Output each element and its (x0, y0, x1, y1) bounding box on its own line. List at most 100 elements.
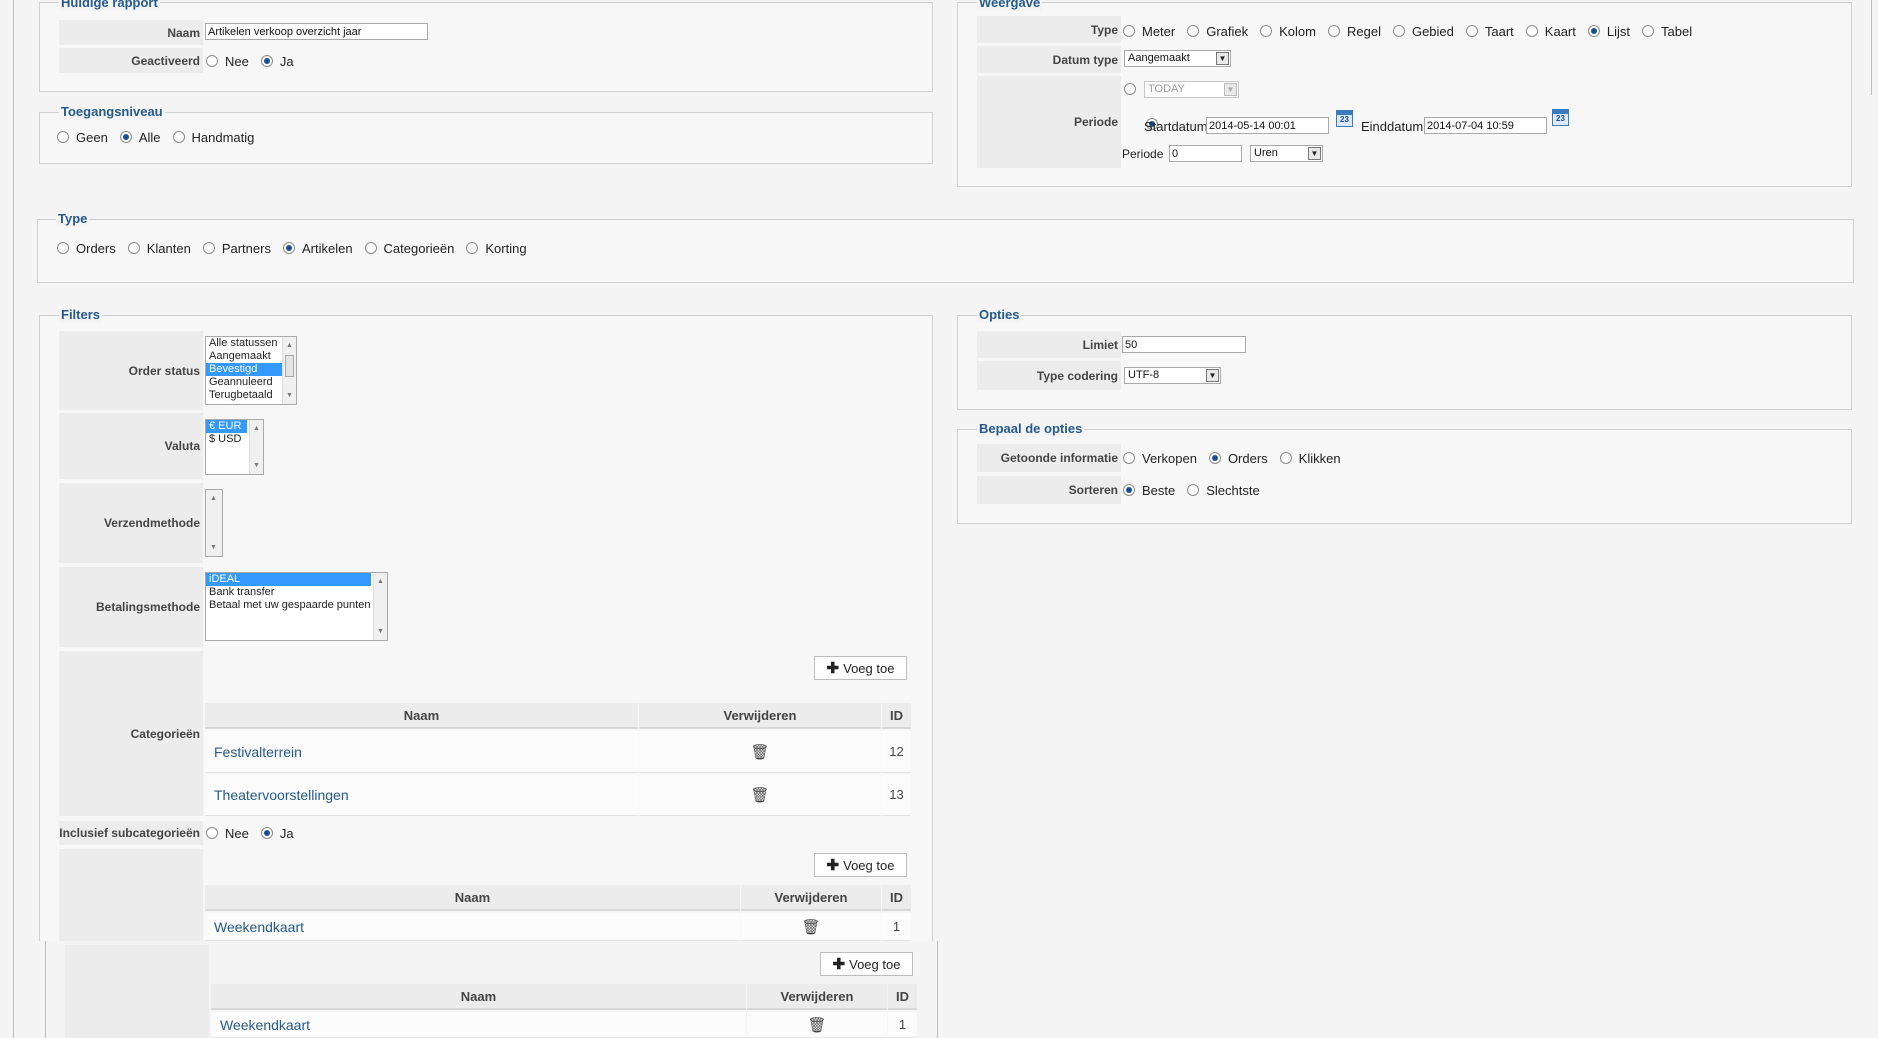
row-id: 12 (882, 731, 911, 773)
toegang-alle[interactable]: Alle (119, 130, 161, 145)
betaling-item[interactable]: Betaal met uw gespaarde punten (206, 599, 387, 612)
col-header-id: ID (882, 703, 911, 729)
einddatum-label: Einddatum (1361, 118, 1424, 134)
subcat-ja[interactable]: Ja (260, 826, 294, 841)
trash-icon[interactable]: 🗑 (801, 918, 820, 936)
startdatum-input[interactable] (1206, 117, 1329, 134)
scrollbar[interactable]: ▲ ▼ (373, 573, 387, 640)
add-categorie-button[interactable]: ✚ Voeg toe (814, 656, 907, 680)
trash-icon[interactable]: 🗑 (750, 786, 769, 804)
type-taart[interactable]: Taart (1465, 24, 1514, 39)
legend-huidige-rapport: Huidige rapport (59, 0, 160, 11)
sorteren-slechtste[interactable]: Slechtste (1187, 483, 1260, 498)
delete-row-cell: 🗑 (639, 774, 881, 816)
label-artikelen-empty (59, 849, 203, 941)
codering-select[interactable]: UTF-8 ▼ (1124, 367, 1221, 384)
sorteren-options: Beste Slechtste (1123, 482, 1272, 498)
periode-today-radio[interactable] (1124, 83, 1136, 95)
legend-type: Type (56, 211, 90, 227)
label-weergave-type: Type (977, 16, 1121, 43)
type-categorieen[interactable]: Categorieën (364, 241, 454, 256)
col-header-id: ID (888, 984, 917, 1010)
type-grafiek[interactable]: Grafiek (1187, 24, 1248, 39)
betaling-item[interactable]: iDEAL (206, 573, 371, 586)
label-categorieen: Categorieën (59, 651, 203, 816)
info-klikken[interactable]: Klikken (1279, 451, 1341, 466)
valuta-item[interactable]: € EUR (206, 420, 247, 433)
label-sorteren: Sorteren (977, 476, 1121, 504)
scrollbar[interactable]: ▲ ▼ (249, 420, 263, 474)
betaling-item[interactable]: Bank transfer (206, 586, 387, 599)
naam-input[interactable] (205, 23, 428, 40)
artikel-link[interactable]: Weekendkaart (211, 1017, 310, 1033)
plus-icon: ✚ (832, 956, 846, 973)
calendar-icon[interactable]: 23 (1336, 110, 1353, 127)
geactiveerd-options: Nee Ja (206, 53, 306, 69)
limiet-input[interactable] (1122, 336, 1246, 353)
type-gebied[interactable]: Gebied (1392, 24, 1454, 39)
order-status-listbox[interactable]: Alle statussen Aangemaakt Bevestigd Gean… (205, 336, 297, 405)
type-lijst[interactable]: Lijst (1587, 24, 1630, 39)
legend-weergave: Weergave (977, 0, 1043, 11)
label-geactiveerd: Geactiveerd (59, 48, 203, 73)
scrollbar[interactable]: ▲ ▼ (282, 337, 296, 404)
col-header-verwijderen: Verwijderen (747, 984, 887, 1010)
delete-row-cell: 🗑 (747, 1012, 887, 1038)
plus-icon: ✚ (826, 857, 840, 874)
trash-icon[interactable]: 🗑 (807, 1016, 826, 1034)
col-header-naam: Naam (205, 885, 740, 911)
einddatum-input[interactable] (1424, 117, 1547, 134)
valuta-listbox[interactable]: € EUR $ USD ▲ ▼ (205, 419, 264, 475)
categorie-link[interactable]: Theatervoorstellingen (205, 787, 349, 803)
toegang-geen[interactable]: Geen (57, 130, 108, 145)
label-subcategorieen: Inclusief subcategorieën (59, 821, 203, 845)
verzendmethode-listbox[interactable]: ▲ ▼ (205, 489, 223, 557)
table-row: Weekendkaart (211, 1012, 746, 1038)
scrollbar[interactable]: ▲ ▼ (206, 490, 222, 556)
label-verzendmethode: Verzendmethode (59, 483, 203, 563)
type-artikelen[interactable]: Artikelen (282, 241, 353, 256)
periode-input[interactable] (1169, 145, 1242, 162)
type-meter[interactable]: Meter (1123, 24, 1175, 39)
categorie-link[interactable]: Festivalterrein (205, 744, 302, 760)
chevron-down-icon: ▼ (1216, 52, 1229, 65)
add-artikel-button[interactable]: ✚ Voeg toe (814, 853, 907, 877)
col-header-naam: Naam (205, 703, 638, 729)
type-kolom[interactable]: Kolom (1260, 24, 1316, 39)
info-options: Verkopen Orders Klikken (1123, 450, 1353, 466)
add-artikel-button[interactable]: ✚ Voeg toe (820, 952, 913, 976)
chevron-down-icon: ▼ (1224, 83, 1237, 96)
datum-type-select[interactable]: Aangemaakt ▼ (1124, 50, 1231, 67)
info-verkopen[interactable]: Verkopen (1123, 451, 1197, 466)
subcat-nee[interactable]: Nee (206, 826, 249, 841)
info-orders[interactable]: Orders (1208, 451, 1268, 466)
col-header-naam: Naam (211, 984, 746, 1010)
periode-unit-select[interactable]: Uren ▼ (1250, 145, 1323, 162)
legend-opties: Opties (977, 307, 1022, 323)
sorteren-beste[interactable]: Beste (1123, 483, 1175, 498)
col-header-verwijderen: Verwijderen (639, 703, 881, 729)
label-naam: Naam (59, 20, 203, 45)
type-orders[interactable]: Orders (57, 241, 116, 256)
type-tabel[interactable]: Tabel (1642, 24, 1692, 39)
type-kaart[interactable]: Kaart (1525, 24, 1576, 39)
geactiveerd-ja[interactable]: Ja (260, 54, 294, 69)
label-getoonde-informatie: Getoonde informatie (977, 444, 1121, 472)
type-regel[interactable]: Regel (1328, 24, 1381, 39)
weergave-type-options: Meter Grafiek Kolom Regel Gebied Taart K… (1123, 23, 1704, 39)
geactiveerd-nee[interactable]: Nee (206, 54, 249, 69)
type-korting[interactable]: Korting (466, 241, 527, 256)
today-select[interactable]: TODAY ▼ (1144, 81, 1239, 98)
toegang-handmatig[interactable]: Handmatig (172, 130, 254, 145)
table-row: Weekendkaart (205, 913, 740, 941)
artikel-link[interactable]: Weekendkaart (205, 919, 304, 935)
page-right-border (1871, 0, 1872, 95)
type-klanten[interactable]: Klanten (127, 241, 191, 256)
subcat-options: Nee Ja (206, 825, 306, 841)
col-header-verwijderen: Verwijderen (741, 885, 881, 911)
type-partners[interactable]: Partners (202, 241, 271, 256)
legend-filters: Filters (59, 307, 103, 323)
betalingsmethode-listbox[interactable]: iDEAL Bank transfer Betaal met uw gespaa… (205, 572, 388, 641)
calendar-icon[interactable]: 23 (1552, 109, 1569, 126)
trash-icon[interactable]: 🗑 (750, 743, 769, 761)
